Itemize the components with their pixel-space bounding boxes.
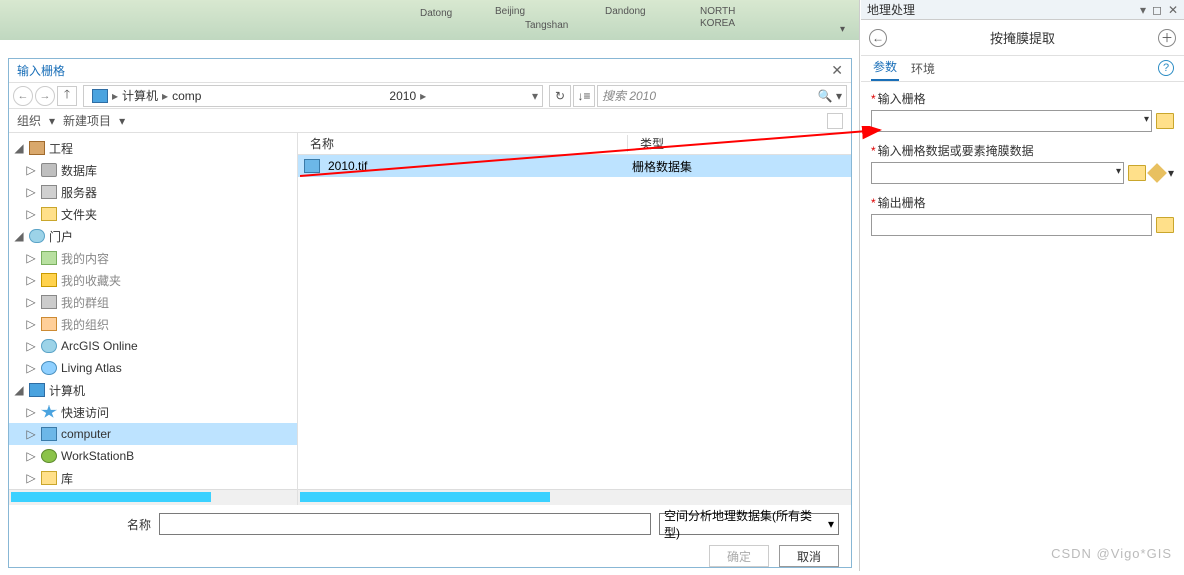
browse-icon[interactable] [1156, 113, 1174, 129]
file-type: 栅格数据集 [632, 158, 692, 175]
raster-icon [304, 159, 320, 173]
breadcrumb[interactable]: 2010 [385, 89, 420, 103]
browse-icon[interactable] [1156, 217, 1174, 233]
pencil-icon[interactable] [1147, 163, 1167, 183]
dialog-title: 输入栅格 [17, 62, 65, 79]
address-bar[interactable]: ▸ 计算机 ▸ comp 2010 ▸ ▾ [83, 85, 543, 107]
tree-item-my-fav[interactable]: ▷我的收藏夹 [9, 269, 297, 291]
tree-item-server[interactable]: ▷服务器 [9, 181, 297, 203]
tree-item-my-content[interactable]: ▷我的内容 [9, 247, 297, 269]
tree-item-computer[interactable]: ▷computer [9, 423, 297, 445]
search-input[interactable]: 搜索 2010 🔍 ▾ [597, 85, 847, 107]
search-icon: 🔍 ▾ [818, 89, 842, 103]
tree-item-arcgis-online[interactable]: ▷ArcGIS Online [9, 335, 297, 357]
nav-back-button[interactable]: ← [13, 86, 33, 106]
output-raster-label: 输出栅格 [878, 196, 926, 210]
computer-icon [92, 89, 108, 103]
ok-button[interactable]: 确定 [709, 545, 769, 567]
view-mode-button[interactable] [827, 113, 843, 129]
help-icon[interactable]: ? [1158, 60, 1174, 76]
file-browser-dialog: 输入栅格 ✕ ← → 🡑 ▸ 计算机 ▸ comp 2010 ▸ ▾ ↻ ↓≡ … [8, 58, 852, 568]
watermark: CSDN @Vigo*GIS [1051, 546, 1172, 561]
tool-title: 按掩膜提取 [887, 28, 1158, 47]
breadcrumb[interactable]: comp [168, 89, 205, 103]
tree-item-quick-access[interactable]: ▷快速访问 [9, 401, 297, 423]
panel-title: 地理处理 [867, 1, 915, 18]
refresh-button[interactable]: ↻ [549, 85, 571, 107]
new-item-menu[interactable]: 新建项目 [63, 112, 111, 129]
geoprocessing-panel: 地理处理 ▾ ◻ ✕ ← 按掩膜提取 ＋ 参数 环境 ? *输入栅格 ▾ *输入… [861, 0, 1184, 571]
pin-icon[interactable]: ▾ [1140, 3, 1146, 17]
tree-item-living-atlas[interactable]: ▷Living Atlas [9, 357, 297, 379]
nav-forward-button[interactable]: → [35, 86, 55, 106]
add-button[interactable]: ＋ [1158, 29, 1176, 47]
organize-menu[interactable]: 组织 [17, 112, 41, 129]
tree-item-project[interactable]: ◢工程 [9, 137, 297, 159]
map-background: Datong Beijing Tangshan Dandong NORTH KO… [0, 0, 859, 40]
tree-item-portal[interactable]: ◢门户 [9, 225, 297, 247]
name-input[interactable] [159, 513, 651, 535]
list-item[interactable]: 2010.tif 栅格数据集 [298, 155, 851, 177]
close-panel-icon[interactable]: ✕ [1168, 3, 1178, 17]
tree-scrollbar[interactable] [9, 489, 297, 505]
input-raster-label: 输入栅格 [878, 92, 926, 106]
tab-environment[interactable]: 环境 [909, 56, 937, 81]
tree-item-db[interactable]: ▷数据库 [9, 159, 297, 181]
type-filter-select[interactable]: 空间分析地理数据集(所有类型)▾ [659, 513, 839, 535]
cancel-button[interactable]: 取消 [779, 545, 839, 567]
tree-item-my-group[interactable]: ▷我的群组 [9, 291, 297, 313]
breadcrumb[interactable]: 计算机 [118, 87, 162, 104]
close-icon[interactable]: ✕ [831, 62, 843, 79]
dock-icon[interactable]: ◻ [1152, 3, 1162, 17]
output-raster-field[interactable] [871, 214, 1152, 236]
column-type-header[interactable]: 类型 [628, 135, 664, 152]
name-label: 名称 [21, 516, 151, 533]
back-button[interactable]: ← [869, 29, 887, 47]
tab-params[interactable]: 参数 [871, 54, 899, 81]
browse-icon[interactable] [1128, 165, 1146, 181]
tree-item-computer-root[interactable]: ◢计算机 [9, 379, 297, 401]
sort-button[interactable]: ↓≡ [573, 85, 595, 107]
nav-up-button[interactable]: 🡑 [57, 86, 77, 106]
tree-item-library[interactable]: ▷库 [9, 467, 297, 489]
folder-tree: ◢工程 ▷数据库 ▷服务器 ▷文件夹 ◢门户 ▷我的内容 ▷我的收藏夹 ▷我的群… [9, 133, 298, 505]
input-mask-field[interactable]: ▾ [871, 162, 1124, 184]
scroll-hint-icon: ▾ [840, 24, 845, 35]
column-name-header[interactable]: 名称 [298, 135, 628, 152]
tree-item-folder[interactable]: ▷文件夹 [9, 203, 297, 225]
file-name: 2010.tif [324, 159, 632, 173]
tree-item-my-org[interactable]: ▷我的组织 [9, 313, 297, 335]
input-mask-label: 输入栅格数据或要素掩膜数据 [878, 144, 1034, 158]
tree-item-workstation[interactable]: ▷WorkStationB [9, 445, 297, 467]
input-raster-field[interactable]: ▾ [871, 110, 1152, 132]
list-scrollbar[interactable] [298, 489, 851, 505]
